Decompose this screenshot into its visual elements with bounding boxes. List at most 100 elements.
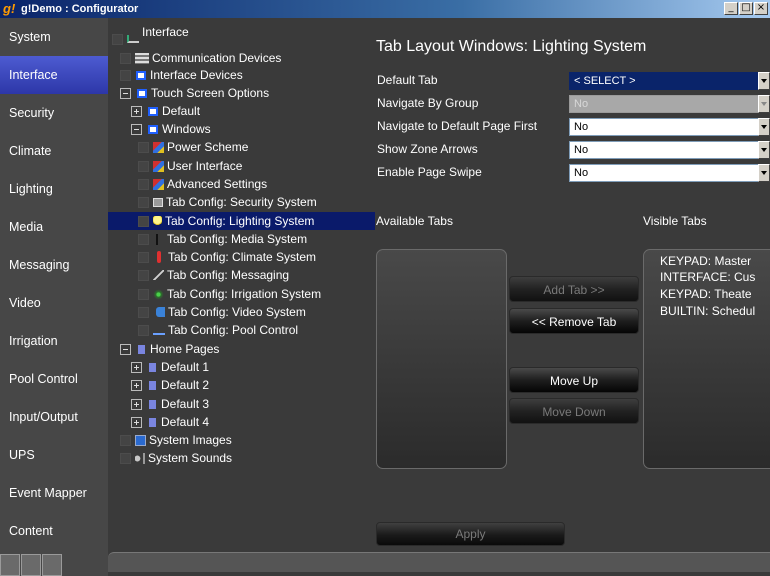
tree-item-default[interactable]: Default xyxy=(131,102,200,120)
tree-item-tab-config-pool[interactable]: Tab Config: Pool Control xyxy=(138,321,298,339)
tree-item-tab-config-media[interactable]: Tab Config: Media System xyxy=(138,230,307,248)
visible-tabs-list[interactable]: KEYPAD: Master INTERFACE: Cus KEYPAD: Th… xyxy=(643,249,770,469)
tree-item-label: Advanced Settings xyxy=(167,177,268,191)
move-up-button[interactable]: Move Up xyxy=(509,367,639,393)
tree-checkbox[interactable] xyxy=(138,288,149,300)
app-logo-icon: g! xyxy=(3,1,16,16)
tree-checkbox[interactable] xyxy=(138,251,149,263)
expand-icon[interactable] xyxy=(131,398,142,410)
list-item[interactable]: BUILTIN: Schedul xyxy=(660,303,755,319)
tree-checkbox[interactable] xyxy=(120,69,131,81)
list-item[interactable]: INTERFACE: Cus xyxy=(660,269,755,285)
nav-item-irrigation[interactable]: Irrigation xyxy=(0,322,108,360)
nav-item-system[interactable]: System xyxy=(0,18,108,56)
visible-tabs-label: Visible Tabs xyxy=(643,214,707,228)
default-tab-select[interactable]: < SELECT > xyxy=(569,72,770,90)
enable-page-swipe-select[interactable]: No xyxy=(569,164,770,182)
tree-item-label: Communication Devices xyxy=(152,51,282,65)
tree-checkbox[interactable] xyxy=(138,233,149,245)
nav-item-messaging[interactable]: Messaging xyxy=(0,246,108,284)
nav-item-input-output[interactable]: Input/Output xyxy=(0,398,108,436)
expand-icon[interactable] xyxy=(131,361,142,373)
list-item[interactable]: KEYPAD: Master xyxy=(660,253,751,269)
tree-checkbox[interactable] xyxy=(120,52,131,64)
move-down-button[interactable]: Move Down xyxy=(509,398,639,424)
nav-item-video[interactable]: Video xyxy=(0,284,108,322)
expand-icon[interactable] xyxy=(131,416,142,428)
chevron-down-icon[interactable] xyxy=(758,164,770,182)
tree-checkbox[interactable] xyxy=(112,33,123,45)
collapse-icon[interactable] xyxy=(131,123,142,135)
nav-item-media[interactable]: Media xyxy=(0,208,108,246)
tree-checkbox[interactable] xyxy=(138,196,149,208)
nav-item-ups[interactable]: UPS xyxy=(0,436,108,474)
tree-item-system-images[interactable]: System Images xyxy=(120,431,232,449)
maximize-button[interactable]: □ xyxy=(739,2,753,15)
nav-item-pool-control[interactable]: Pool Control xyxy=(0,360,108,398)
tree-checkbox[interactable] xyxy=(138,215,149,227)
collapse-icon[interactable] xyxy=(120,343,131,355)
tree-item-default-4[interactable]: Default 4 xyxy=(131,413,209,431)
nav-bottom-button[interactable] xyxy=(0,554,20,576)
add-tab-button[interactable]: Add Tab >> xyxy=(509,276,639,302)
chevron-down-icon[interactable] xyxy=(758,118,770,136)
tree-checkbox[interactable] xyxy=(138,160,149,172)
nav-item-interface[interactable]: Interface xyxy=(0,56,108,94)
tree-item-default-1[interactable]: Default 1 xyxy=(131,358,209,376)
apply-button[interactable]: Apply xyxy=(376,522,565,546)
music-note-icon xyxy=(156,233,164,245)
tree-item-advanced-settings[interactable]: Advanced Settings xyxy=(138,175,267,193)
chevron-down-icon[interactable] xyxy=(758,141,770,159)
tree-item-label: System Images xyxy=(149,433,232,447)
tree-item-touch-screen-options[interactable]: Touch Screen Options xyxy=(120,84,269,102)
navigate-by-group-label: Navigate By Group xyxy=(377,96,479,110)
tree-item-default-3[interactable]: Default 3 xyxy=(131,395,209,413)
close-button[interactable]: × xyxy=(754,2,768,15)
remove-tab-button[interactable]: << Remove Tab xyxy=(509,308,639,334)
tree-item-system-sounds[interactable]: System Sounds xyxy=(120,449,232,467)
tree-item-label: Tab Config: Messaging xyxy=(167,268,290,282)
nav-item-climate[interactable]: Climate xyxy=(0,132,108,170)
navigate-default-page-select[interactable]: No xyxy=(569,118,770,136)
expand-icon[interactable] xyxy=(131,379,142,391)
available-tabs-list[interactable] xyxy=(376,249,507,469)
tree-item-communication-devices[interactable]: Communication Devices xyxy=(120,49,281,67)
tree-item-tab-config-messaging[interactable]: Tab Config: Messaging xyxy=(138,266,289,284)
tree-item-tab-config-security[interactable]: Tab Config: Security System xyxy=(138,193,317,211)
tree-item-home-pages[interactable]: Home Pages xyxy=(120,340,219,358)
tree-item-interface[interactable]: Interface xyxy=(112,25,189,48)
list-item[interactable]: KEYPAD: Theate xyxy=(660,286,752,302)
tree-checkbox[interactable] xyxy=(138,141,149,153)
tree-checkbox[interactable] xyxy=(138,269,149,281)
tree-checkbox[interactable] xyxy=(138,178,149,190)
collapse-icon[interactable] xyxy=(120,87,131,99)
expand-icon[interactable] xyxy=(131,105,142,117)
tree-item-interface-devices[interactable]: Interface Devices xyxy=(120,66,243,84)
nav-bottom-button[interactable] xyxy=(42,554,62,576)
nav-item-security[interactable]: Security xyxy=(0,94,108,132)
home-page-icon xyxy=(149,399,156,409)
nav-item-content[interactable]: Content xyxy=(0,512,108,550)
tree-item-windows[interactable]: Windows xyxy=(131,120,211,138)
tree-item-tab-config-climate[interactable]: Tab Config: Climate System xyxy=(138,248,316,266)
tree-item-label: System Sounds xyxy=(148,451,233,465)
tree-checkbox[interactable] xyxy=(120,434,131,446)
tree-item-tab-config-video[interactable]: Tab Config: Video System xyxy=(138,303,306,321)
tree-item-user-interface[interactable]: User Interface xyxy=(138,157,242,175)
nav-item-lighting[interactable]: Lighting xyxy=(0,170,108,208)
tree-item-default-2[interactable]: Default 2 xyxy=(131,376,209,394)
show-zone-arrows-select[interactable]: No xyxy=(569,141,770,159)
nav-item-event-mapper[interactable]: Event Mapper xyxy=(0,474,108,512)
tree-item-power-scheme[interactable]: Power Scheme xyxy=(138,138,248,156)
tree-item-tab-config-lighting[interactable]: Tab Config: Lighting System xyxy=(108,212,375,230)
show-zone-arrows-label: Show Zone Arrows xyxy=(377,142,478,156)
nav-bottom-button[interactable] xyxy=(21,554,41,576)
minimize-button[interactable]: _ xyxy=(724,2,738,15)
tree-item-label: Home Pages xyxy=(150,342,220,356)
tree-checkbox[interactable] xyxy=(138,306,149,318)
tree-item-tab-config-irrigation[interactable]: Tab Config: Irrigation System xyxy=(138,285,321,303)
chevron-down-icon[interactable] xyxy=(758,72,770,90)
tree-checkbox[interactable] xyxy=(120,452,131,464)
tree-checkbox[interactable] xyxy=(138,324,149,336)
image-icon xyxy=(135,434,146,446)
